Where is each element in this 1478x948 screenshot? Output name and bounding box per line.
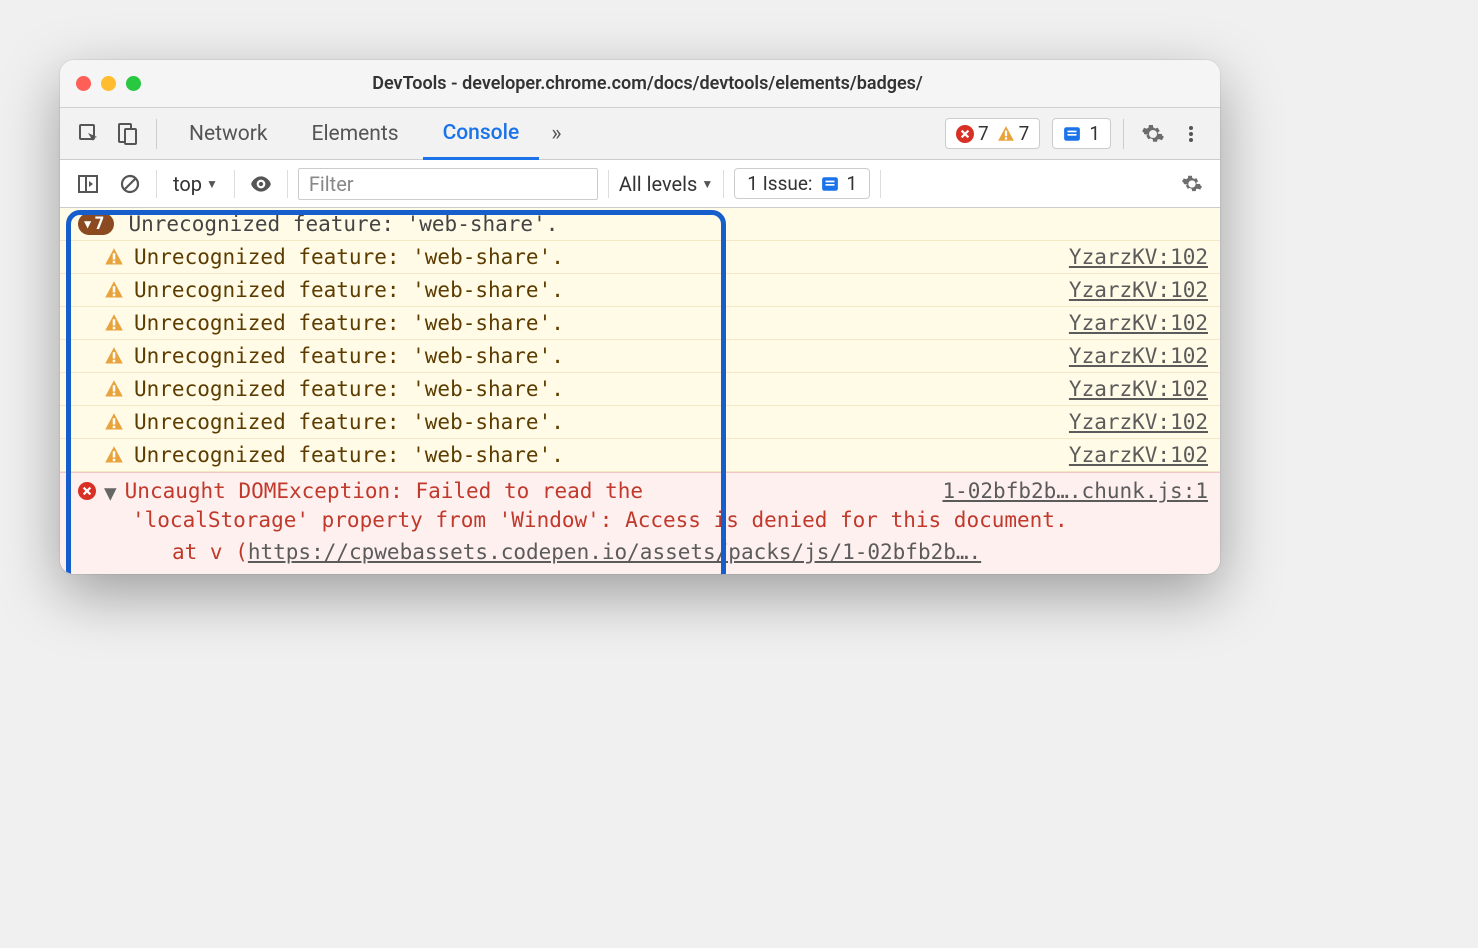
warning-icon [104, 280, 124, 300]
issues-count: 1 [1089, 122, 1100, 145]
log-row[interactable]: Unrecognized feature: 'web-share'. Yzarz… [60, 274, 1220, 307]
inspect-element-icon[interactable] [72, 117, 106, 151]
chevron-down-icon[interactable]: ▼ [104, 481, 117, 505]
chevron-down-icon: ▼ [84, 217, 91, 231]
log-message: Unrecognized feature: 'web-share'. [134, 344, 564, 368]
error-count-badge: 7 [956, 122, 989, 145]
log-row[interactable]: Unrecognized feature: 'web-share'. Yzarz… [60, 373, 1220, 406]
chevron-down-icon: ▼ [206, 177, 218, 191]
levels-label: All levels [619, 172, 697, 196]
warning-icon [104, 313, 124, 333]
divider [608, 170, 609, 198]
filter-input[interactable]: Filter [298, 168, 598, 200]
log-row[interactable]: Unrecognized feature: 'web-share'. Yzarz… [60, 340, 1220, 373]
log-source-link[interactable]: YzarzKV:102 [1069, 377, 1208, 401]
log-source-link[interactable]: YzarzKV:102 [1069, 278, 1208, 302]
tab-elements[interactable]: Elements [292, 108, 419, 160]
kebab-menu-icon[interactable] [1174, 117, 1208, 151]
error-message-line2: 'localStorage' property from 'Window': A… [132, 508, 1068, 532]
log-row[interactable]: Unrecognized feature: 'web-share'. Yzarz… [60, 406, 1220, 439]
filter-placeholder: Filter [309, 172, 354, 196]
log-source-link[interactable]: YzarzKV:102 [1069, 311, 1208, 335]
warning-icon [104, 445, 124, 465]
warning-count-badge: 7 [997, 122, 1030, 145]
clear-console-icon[interactable] [114, 168, 146, 200]
warning-count: 7 [1019, 122, 1030, 145]
group-count-badge: ▼ 7 [78, 213, 114, 235]
log-message: Unrecognized feature: 'web-share'. [134, 410, 564, 434]
warning-icon [104, 412, 124, 432]
maximize-window-button[interactable] [126, 76, 141, 91]
log-group-header[interactable]: ▼ 7 Unrecognized feature: 'web-share'. [60, 208, 1220, 241]
log-message: Unrecognized feature: 'web-share'. [134, 377, 564, 401]
error-icon [78, 482, 96, 500]
execution-context-select[interactable]: top ▼ [167, 172, 224, 196]
close-window-button[interactable] [76, 76, 91, 91]
log-source-link[interactable]: YzarzKV:102 [1069, 443, 1208, 467]
log-source-link[interactable]: YzarzKV:102 [1069, 410, 1208, 434]
log-row[interactable]: Unrecognized feature: 'web-share'. Yzarz… [60, 241, 1220, 274]
divider [723, 170, 724, 198]
console-toolbar: top ▼ Filter All levels ▼ 1 Issue: 1 [60, 160, 1220, 208]
live-expression-icon[interactable] [245, 168, 277, 200]
divider [1123, 119, 1124, 149]
traffic-lights [76, 76, 141, 91]
minimize-window-button[interactable] [101, 76, 116, 91]
toggle-sidebar-icon[interactable] [72, 168, 104, 200]
titlebar: DevTools - developer.chrome.com/docs/dev… [60, 60, 1220, 108]
divider [156, 119, 157, 149]
log-source-link[interactable]: YzarzKV:102 [1069, 245, 1208, 269]
warning-icon [104, 379, 124, 399]
context-label: top [173, 172, 202, 196]
divider [156, 170, 157, 198]
issues-badge[interactable]: 1 [1052, 118, 1111, 149]
warning-icon [104, 247, 124, 267]
tab-console[interactable]: Console [423, 108, 540, 160]
stack-prefix: at v ( [172, 540, 248, 564]
log-message: Unrecognized feature: 'web-share'. [134, 278, 564, 302]
issues-button[interactable]: 1 Issue: 1 [734, 168, 870, 199]
devtools-window: DevTools - developer.chrome.com/docs/dev… [60, 60, 1220, 574]
more-tabs-icon[interactable]: » [543, 121, 569, 146]
issues-icon [821, 175, 839, 193]
log-row[interactable]: Unrecognized feature: 'web-share'. Yzarz… [60, 307, 1220, 340]
divider [287, 170, 288, 198]
log-levels-select[interactable]: All levels ▼ [619, 172, 713, 196]
issues-icon [1063, 125, 1081, 143]
window-title: DevTools - developer.chrome.com/docs/dev… [161, 73, 1134, 94]
log-row-error[interactable]: ▼ Uncaught DOMException: Failed to read … [60, 472, 1220, 574]
divider [880, 170, 881, 198]
group-count: 7 [94, 214, 104, 234]
device-toolbar-icon[interactable] [110, 117, 144, 151]
log-message: Unrecognized feature: 'web-share'. [134, 311, 564, 335]
settings-icon[interactable] [1136, 117, 1170, 151]
error-count: 7 [978, 122, 989, 145]
log-row[interactable]: Unrecognized feature: 'web-share'. Yzarz… [60, 439, 1220, 472]
log-source-link[interactable]: YzarzKV:102 [1069, 344, 1208, 368]
tab-network[interactable]: Network [169, 108, 288, 160]
issues-label: 1 Issue: [747, 172, 812, 195]
warning-icon [104, 346, 124, 366]
issues-count: 1 [847, 172, 858, 195]
log-source-link[interactable]: 1-02bfb2b….chunk.js:1 [942, 479, 1208, 503]
devtools-tabstrip: Network Elements Console » 7 7 1 [60, 108, 1220, 160]
log-message: Unrecognized feature: 'web-share'. [134, 245, 564, 269]
console-log-area: ▼ 7 Unrecognized feature: 'web-share'. U… [60, 208, 1220, 574]
error-warning-badge[interactable]: 7 7 [945, 118, 1040, 149]
log-message: Unrecognized feature: 'web-share'. [134, 443, 564, 467]
chevron-down-icon: ▼ [701, 177, 713, 191]
divider [234, 170, 235, 198]
stack-url-link[interactable]: https://cpwebassets.codepen.io/assets/pa… [248, 540, 981, 564]
log-message: Unrecognized feature: 'web-share'. [128, 212, 558, 236]
error-message-line1: Uncaught DOMException: Failed to read th… [125, 479, 643, 503]
console-settings-icon[interactable] [1176, 168, 1208, 200]
